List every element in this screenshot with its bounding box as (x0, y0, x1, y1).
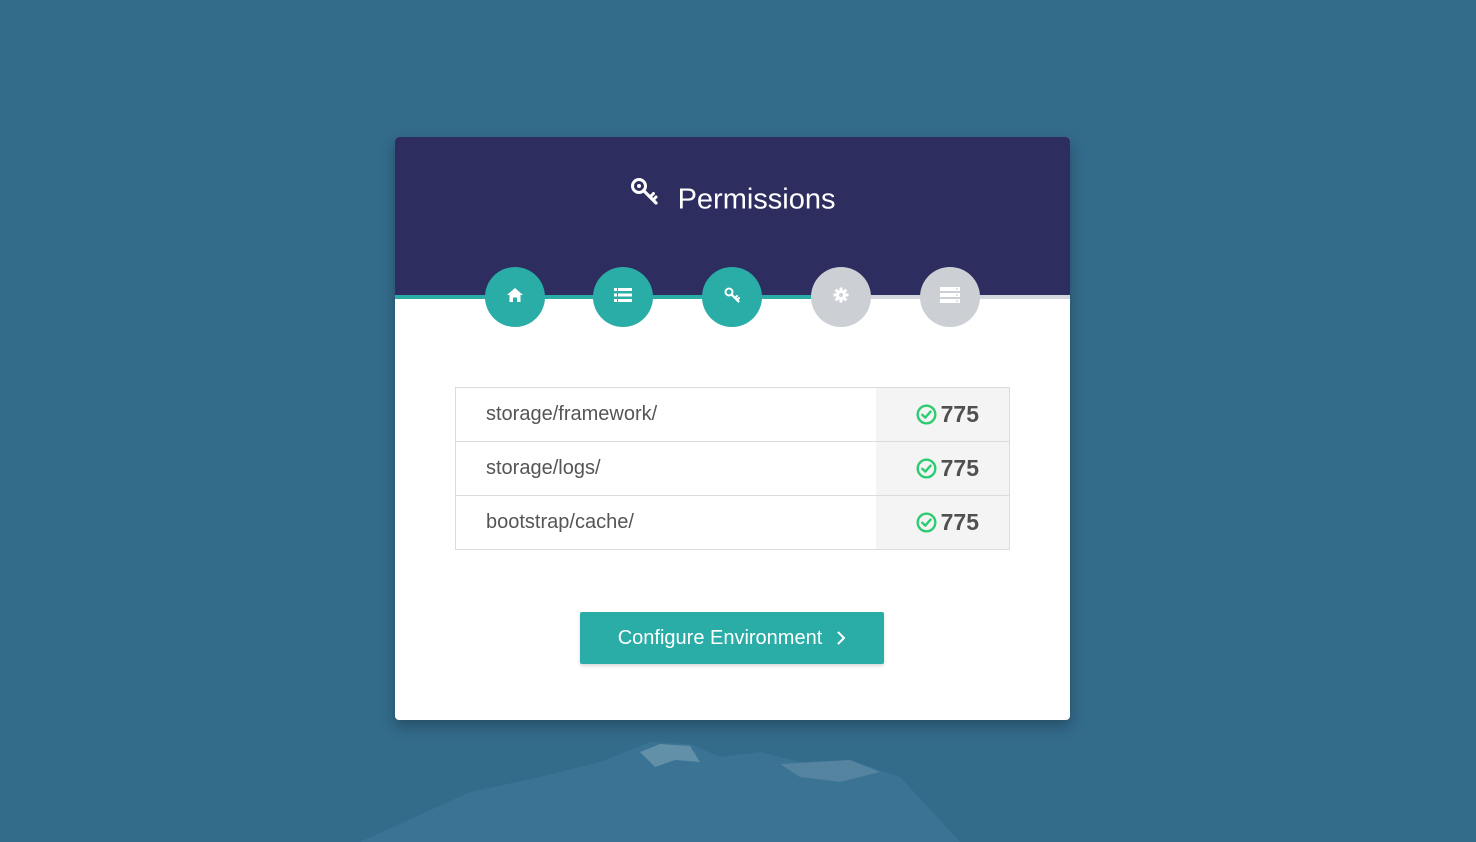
list-icon (614, 287, 632, 307)
table-row: bootstrap/cache/ 775 (456, 496, 1009, 549)
server-icon (940, 286, 960, 308)
permission-path: bootstrap/cache/ (486, 511, 634, 533)
permission-path: storage/framework/ (486, 403, 658, 425)
title-text: Permissions (677, 183, 836, 216)
mountain-backdrop (360, 742, 960, 842)
table-row: storage/logs/ 775 (456, 442, 1009, 496)
permission-value: 775 (940, 509, 979, 535)
check-circle-icon (916, 458, 937, 479)
permission-value: 775 (940, 455, 979, 481)
gear-icon (833, 287, 849, 308)
button-label: Configure Environment (617, 626, 823, 649)
home-icon (507, 287, 523, 307)
permission-value: 775 (940, 401, 979, 427)
installer-card: Permissions storage/framework/ 775 stora… (395, 137, 1070, 720)
permissions-table: storage/framework/ 775 storage/logs/ 775… (455, 387, 1010, 550)
step-environment[interactable] (811, 267, 871, 327)
permission-status: 775 (876, 442, 1009, 495)
step-database[interactable] (920, 267, 980, 327)
step-permissions[interactable] (702, 267, 762, 327)
key-icon (630, 177, 660, 215)
check-circle-icon (916, 404, 937, 425)
table-row: storage/framework/ 775 (456, 388, 1009, 442)
permission-status: 775 (876, 388, 1009, 441)
page-title: Permissions (395, 178, 1070, 216)
check-circle-icon (916, 512, 937, 533)
permission-status: 775 (876, 496, 1009, 549)
chevron-right-icon (836, 631, 846, 645)
step-requirements[interactable] (593, 267, 653, 327)
configure-environment-button[interactable]: Configure Environment (580, 612, 884, 664)
key-icon (724, 287, 740, 308)
permission-path: storage/logs/ (486, 457, 601, 479)
step-welcome[interactable] (485, 267, 545, 327)
